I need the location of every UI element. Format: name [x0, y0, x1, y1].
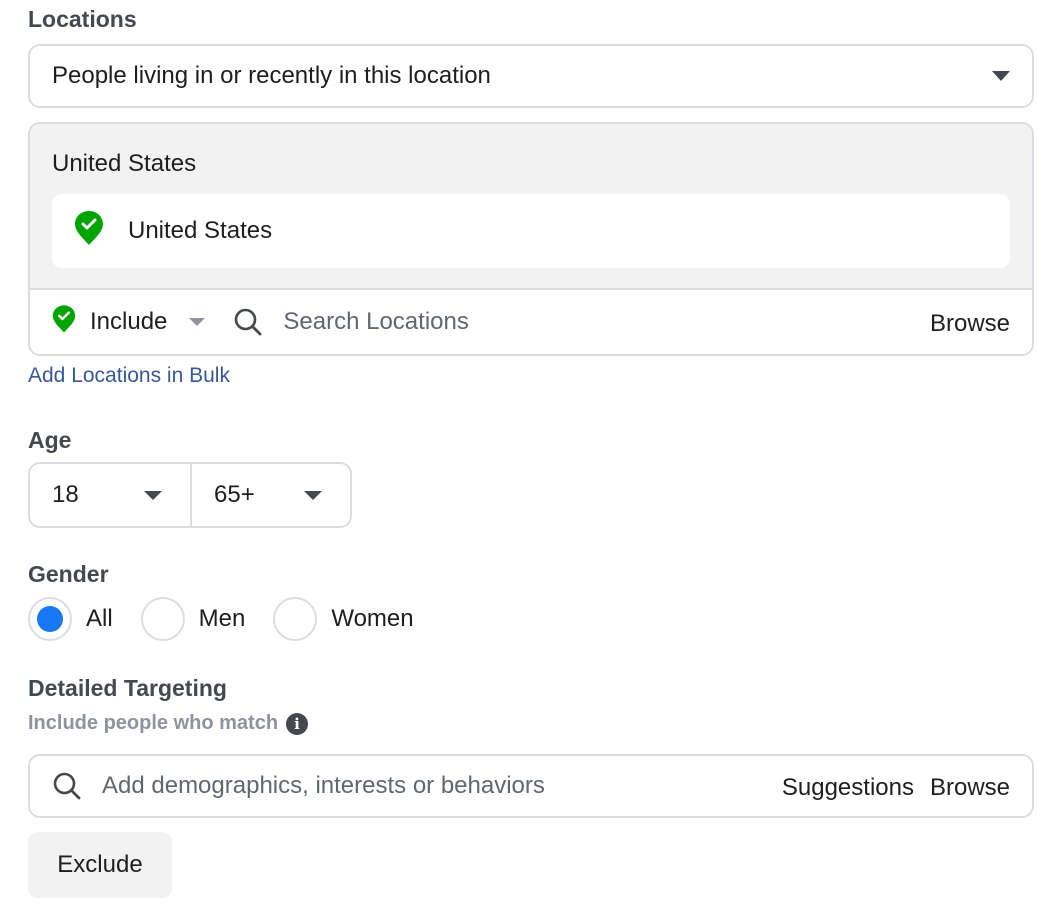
exclude-button[interactable]: Exclude	[28, 832, 172, 898]
detailed-targeting-search: Suggestions Browse	[28, 754, 1034, 818]
age-min-value: 18	[52, 481, 79, 508]
selected-location-item[interactable]: United States	[52, 194, 1010, 268]
locations-label: Locations	[28, 6, 137, 32]
browse-targeting-button[interactable]: Browse	[930, 774, 1010, 802]
add-locations-in-bulk-link[interactable]: Add Locations in Bulk	[28, 364, 230, 388]
selected-location-name: United States	[128, 217, 273, 244]
chevron-down-icon	[304, 490, 322, 500]
location-pin-check-icon	[74, 210, 104, 253]
gender-radio-all[interactable]: All	[28, 597, 113, 641]
gender-radio-group: All Men Women	[28, 597, 442, 641]
radio-unselected-icon	[273, 597, 318, 641]
age-min-dropdown[interactable]: 18	[30, 464, 190, 526]
age-max-dropdown[interactable]: 65+	[190, 464, 350, 526]
location-mode-dropdown[interactable]: People living in or recently in this loc…	[28, 44, 1034, 108]
search-locations-input[interactable]	[283, 308, 930, 336]
location-search-bar: Include Browse	[30, 290, 1032, 354]
include-label: Include	[90, 308, 168, 335]
gender-option-label: All	[86, 605, 113, 632]
radio-unselected-icon	[140, 597, 185, 641]
age-label: Age	[28, 427, 72, 453]
chevron-down-icon	[189, 318, 206, 326]
location-selector: United States United States Include Sear…	[28, 122, 1034, 356]
include-people-label: Include people who match	[28, 712, 279, 734]
detailed-targeting-sublabel: Include people who match i	[28, 712, 309, 735]
include-exclude-dropdown[interactable]: Include	[52, 304, 206, 341]
chevron-down-icon	[144, 490, 162, 500]
location-pin-check-icon	[52, 304, 76, 341]
search-icon	[233, 307, 263, 337]
chevron-down-icon	[992, 71, 1010, 81]
location-mode-value: People living in or recently in this loc…	[52, 62, 491, 89]
location-group-title: United States	[52, 150, 197, 177]
browse-locations-button[interactable]: Browse	[930, 310, 1010, 338]
radio-selected-icon	[28, 597, 72, 641]
detailed-targeting-label: Detailed Targeting	[28, 675, 227, 701]
info-icon[interactable]: i	[286, 712, 309, 735]
suggestions-button[interactable]: Suggestions	[782, 774, 914, 802]
gender-option-label: Women	[331, 605, 414, 632]
age-max-value: 65+	[214, 481, 255, 508]
selected-locations-panel: United States United States	[30, 124, 1032, 290]
gender-label: Gender	[28, 561, 109, 587]
age-range-selector: 18 65+	[28, 462, 352, 528]
gender-radio-men[interactable]: Men	[140, 597, 246, 641]
gender-radio-women[interactable]: Women	[273, 597, 414, 641]
detailed-targeting-input[interactable]	[102, 772, 766, 800]
search-icon	[52, 771, 82, 801]
gender-option-label: Men	[198, 605, 246, 632]
